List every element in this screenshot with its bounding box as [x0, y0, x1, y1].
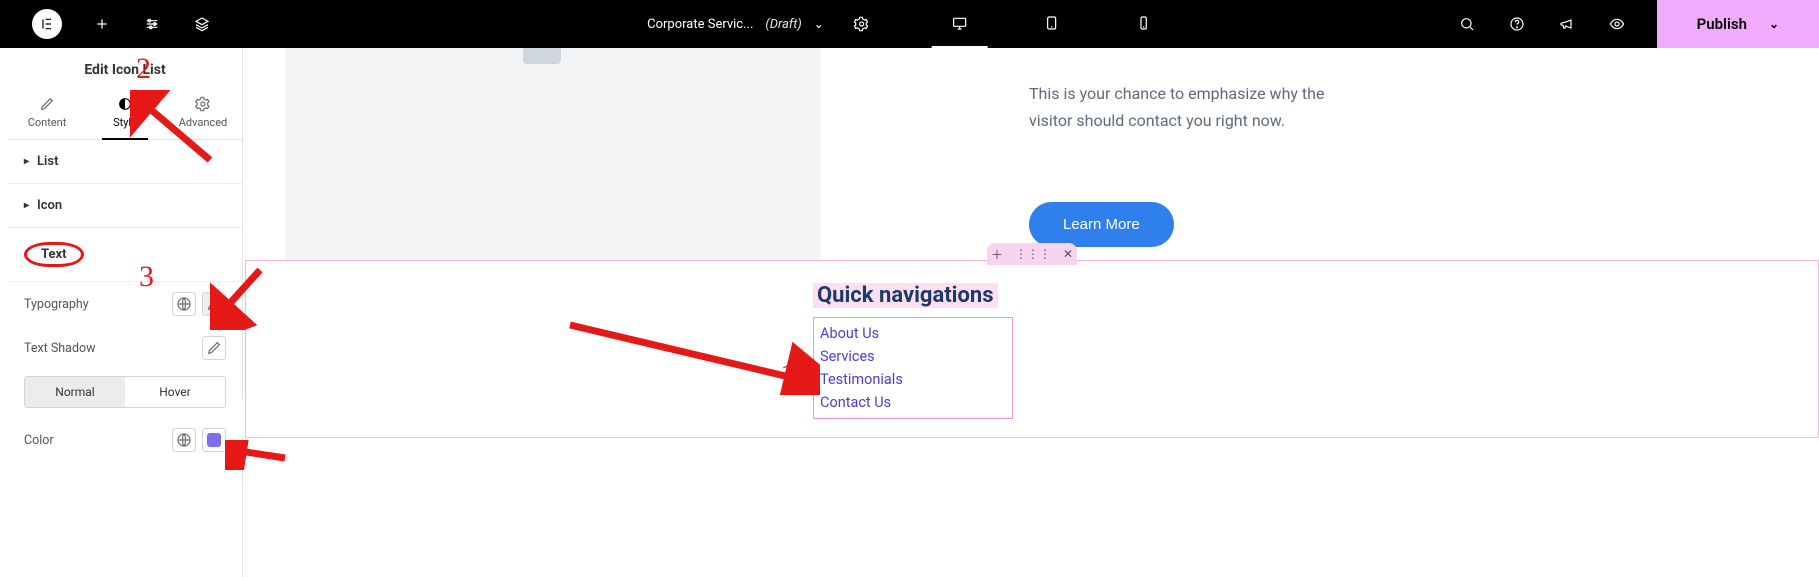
draft-label: (Draft) — [765, 17, 801, 32]
add-icon[interactable] — [92, 14, 112, 34]
nav-item[interactable]: Testimonials — [820, 368, 1006, 391]
desktop-icon[interactable] — [932, 0, 988, 48]
color-row: Color — [8, 418, 242, 462]
typography-label: Typography — [24, 297, 89, 312]
page-settings-icon[interactable] — [852, 14, 872, 34]
learn-more-label: Learn More — [1063, 216, 1140, 233]
text-shadow-row: Text Shadow — [8, 326, 242, 370]
tab-advanced[interactable]: Advanced — [164, 88, 242, 139]
learn-more-button[interactable]: Learn More — [1029, 202, 1174, 247]
topbar: Corporate Servic... (Draft) ⌄ — [0, 0, 1819, 48]
caret-right-icon: ▸ — [24, 200, 29, 211]
canvas: This is your chance to emphasize why the… — [243, 48, 1819, 577]
edit-pencil-icon[interactable] — [202, 292, 226, 316]
search-icon[interactable] — [1457, 14, 1477, 34]
publish-button[interactable]: Publish ⌄ — [1657, 0, 1819, 48]
layers-icon[interactable] — [192, 14, 212, 34]
tab-style-label: Style — [113, 116, 137, 129]
nav-item[interactable]: About Us — [820, 322, 1006, 345]
help-icon[interactable] — [1507, 14, 1527, 34]
drag-handle-icon[interactable]: ⋮⋮⋮ — [1015, 247, 1051, 261]
section-text-label: Text — [24, 242, 84, 267]
elementor-logo[interactable] — [32, 9, 62, 39]
globe-icon[interactable] — [172, 292, 196, 316]
tab-content-label: Content — [28, 116, 67, 129]
state-segmented: Normal Hover — [24, 376, 226, 408]
widget-handle[interactable] — [523, 48, 561, 64]
typography-row: Typography — [8, 282, 242, 326]
mobile-icon[interactable] — [1116, 0, 1172, 48]
state-hover[interactable]: Hover — [125, 377, 225, 407]
chevron-down-icon[interactable]: ⌄ — [1769, 17, 1779, 31]
announcement-icon[interactable] — [1557, 14, 1577, 34]
section-icon-label: Icon — [37, 198, 62, 213]
responsive-switcher — [932, 0, 1172, 48]
text-shadow-label: Text Shadow — [24, 341, 96, 356]
section-handle[interactable]: ＋ ⋮⋮⋮ ✕ — [987, 243, 1077, 265]
editor-left-panel: Edit Icon List Content Style Advanced ▸ … — [8, 48, 243, 577]
state-hover-label: Hover — [159, 385, 190, 399]
edit-pencil-icon[interactable] — [202, 336, 226, 360]
color-label: Color — [24, 433, 54, 448]
caret-right-icon: ▸ — [24, 156, 29, 167]
section-list-label: List — [37, 154, 58, 169]
section-list[interactable]: ▸ List — [8, 140, 242, 184]
icon-list-widget[interactable]: About Us Services Testimonials Contact U… — [813, 317, 1013, 419]
tab-advanced-label: Advanced — [179, 116, 227, 129]
image-placeholder[interactable] — [285, 48, 821, 260]
section-outline[interactable]: ＋ ⋮⋮⋮ ✕ Quick navigations About Us Servi… — [245, 260, 1819, 438]
chevron-down-icon[interactable]: ⌄ — [814, 17, 824, 31]
preview-icon[interactable] — [1607, 14, 1627, 34]
state-normal[interactable]: Normal — [25, 377, 125, 407]
annotation-1: 1 — [780, 358, 795, 392]
panel-tabs: Content Style Advanced — [8, 88, 242, 140]
color-swatch[interactable] — [202, 428, 226, 452]
doc-title[interactable]: Corporate Servic... — [647, 17, 753, 32]
close-icon[interactable]: ✕ — [1063, 247, 1073, 261]
tab-content[interactable]: Content — [8, 88, 86, 139]
publish-label: Publish — [1697, 15, 1747, 33]
quick-nav-heading[interactable]: Quick navigations — [813, 283, 998, 308]
topbar-center: Corporate Servic... (Draft) ⌄ — [647, 0, 1172, 48]
hero-copy: This is your chance to emphasize why the… — [1029, 80, 1359, 134]
nav-item[interactable]: Contact Us — [820, 391, 1006, 414]
annotation-2: 2 — [136, 52, 151, 86]
tablet-icon[interactable] — [1024, 0, 1080, 48]
tab-style[interactable]: Style — [86, 88, 164, 139]
topbar-left-tools — [92, 14, 212, 34]
annotation-3: 3 — [139, 260, 154, 294]
panel-title: Edit Icon List — [8, 48, 242, 88]
section-text[interactable]: Text — [8, 228, 242, 282]
globe-icon[interactable] — [172, 428, 196, 452]
plus-icon[interactable]: ＋ — [991, 246, 1003, 263]
nav-item[interactable]: Services — [820, 345, 1006, 368]
settings-sliders-icon[interactable] — [142, 14, 162, 34]
topbar-right-tools: Publish ⌄ — [1457, 0, 1819, 48]
section-icon[interactable]: ▸ Icon — [8, 184, 242, 228]
state-normal-label: Normal — [55, 385, 94, 399]
